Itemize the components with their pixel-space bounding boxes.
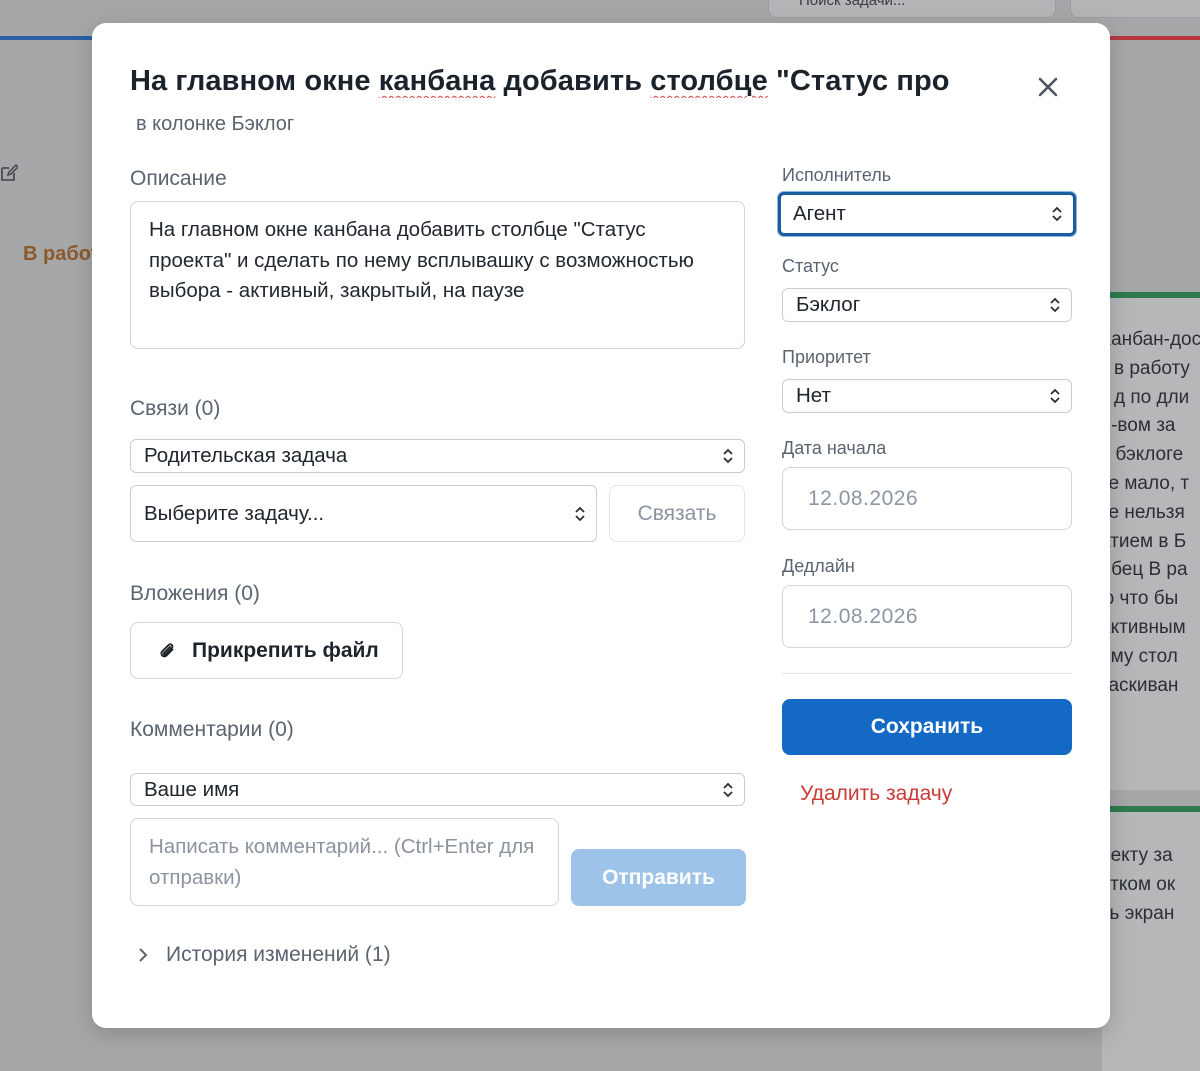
task-title[interactable]: На главном окне канбана добавить столбце…: [130, 65, 1010, 98]
card-text-line: ю что бы: [1102, 588, 1179, 610]
card-text-line: те мало, т: [1102, 472, 1190, 494]
card-text-line: отком ок: [1102, 873, 1176, 895]
attach-file-button[interactable]: Прикрепить файл: [130, 622, 403, 679]
card-text-line: активным: [1102, 616, 1186, 638]
board-card[interactable]: Канбан-доска т в работу т д по дли л-вом за…: [1102, 292, 1200, 790]
card-text-line: ому стол: [1102, 645, 1178, 667]
attachments-label: Вложения (0): [130, 582, 260, 605]
select-chevron-icon: [575, 506, 585, 521]
card-text-line: Канбан-доска: [1102, 329, 1200, 350]
comment-author-value: Ваше имя: [144, 777, 240, 801]
edit-icon[interactable]: [0, 164, 18, 182]
link-task-select[interactable]: Выберите задачу...: [130, 485, 597, 542]
start-date-label: Дата начала: [782, 438, 887, 458]
delete-task-link[interactable]: Удалить задачу: [800, 782, 952, 806]
task-column-subtitle: в колонке Бэклог: [136, 113, 295, 135]
card-text-line: в бэклоге: [1102, 444, 1184, 466]
assignee-select[interactable]: Агент: [778, 192, 1076, 236]
links-label: Связи (0): [130, 397, 221, 420]
board-card[interactable]: оекту за отком ок сь экран: [1102, 806, 1200, 1071]
description-textarea[interactable]: На главном окне канбана добавить столбце…: [130, 201, 745, 349]
assignee-label: Исполнитель: [782, 165, 892, 185]
card-text-line: л-вом за: [1102, 415, 1176, 437]
select-chevron-icon: [723, 448, 733, 464]
priority-label: Приоритет: [782, 347, 871, 367]
select-chevron-icon: [723, 782, 733, 797]
assignee-value: Агент: [793, 202, 846, 225]
select-chevron-icon: [1050, 388, 1060, 404]
select-chevron-icon: [1050, 297, 1060, 313]
paperclip-icon: [160, 642, 174, 657]
link-type-select[interactable]: Родительская задача: [130, 439, 745, 473]
description-label: Описание: [130, 167, 227, 190]
link-type-select-value: Родительская задача: [144, 444, 348, 467]
link-task-select-value: Выберите задачу...: [144, 501, 325, 525]
card-text-line: таскиван: [1102, 674, 1179, 696]
toolbar-button[interactable]: [1070, 0, 1200, 18]
card-text-line: те нельзя: [1102, 501, 1185, 523]
card-text-line: т в работу: [1102, 357, 1190, 379]
history-toggle[interactable]: История изменений (1): [136, 943, 391, 967]
start-date-field[interactable]: 12.08.2026: [782, 467, 1072, 530]
close-icon[interactable]: [1034, 73, 1062, 101]
card-text-line: сь экран: [1102, 902, 1175, 924]
card-text-line: лбец В ра: [1102, 559, 1188, 581]
sidebar-divider: [782, 673, 1072, 674]
comment-textarea[interactable]: Написать комментарий... (Ctrl+Enter для …: [130, 818, 559, 906]
priority-value: Нет: [796, 384, 831, 407]
board-column-accent-right: [1100, 36, 1200, 40]
status-value: Бэклог: [796, 293, 861, 316]
card-text-line: т д по дли: [1102, 386, 1190, 408]
task-edit-modal: На главном окне канбана добавить столбце…: [92, 23, 1110, 1028]
deadline-field[interactable]: 12.08.2026: [782, 585, 1072, 648]
card-text-line: атием в Б: [1102, 530, 1187, 552]
comments-label: Комментарии (0): [130, 718, 294, 741]
status-label: Статус: [782, 256, 839, 276]
board-column-accent-left: [0, 36, 100, 40]
send-comment-button[interactable]: Отправить: [571, 849, 746, 906]
attach-file-label: Прикрепить файл: [192, 638, 379, 662]
comment-author-select[interactable]: Ваше имя: [130, 773, 745, 806]
link-button[interactable]: Связать: [609, 485, 745, 542]
deadline-label: Дедлайн: [782, 556, 855, 576]
history-label: История изменений (1): [166, 943, 391, 966]
status-select[interactable]: Бэклог: [782, 288, 1072, 322]
card-text-line: оекту за: [1102, 845, 1173, 866]
chevron-right-icon: [139, 948, 148, 962]
save-button[interactable]: Сохранить: [782, 699, 1072, 755]
task-search-button[interactable]: Поиск задачи...: [768, 0, 1056, 18]
priority-select[interactable]: Нет: [782, 379, 1072, 413]
select-chevron-icon: [1052, 206, 1062, 222]
